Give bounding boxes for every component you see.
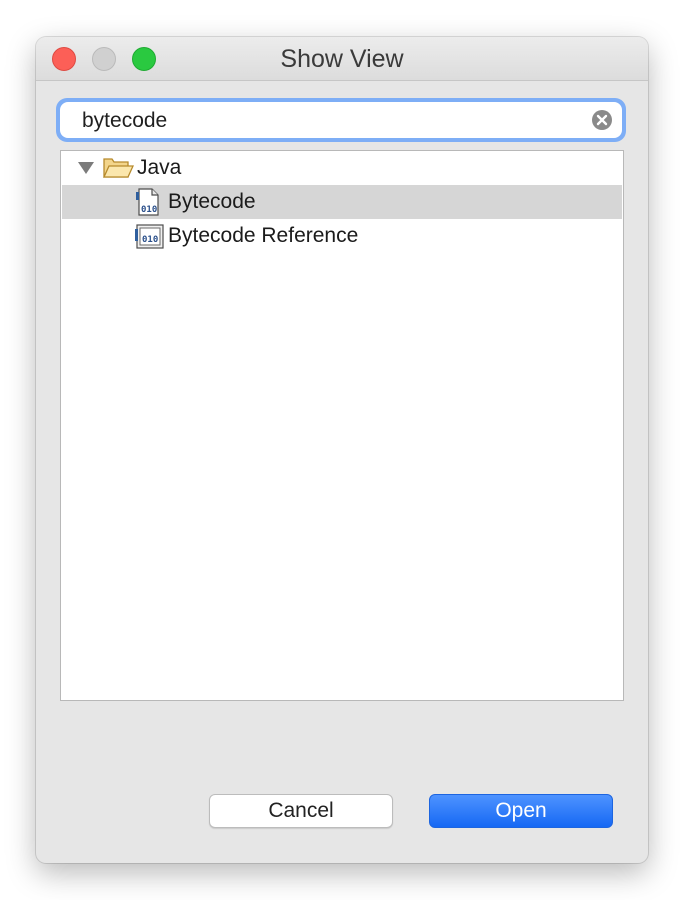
title-bar[interactable]: Show View: [36, 37, 648, 81]
window-title: Show View: [280, 45, 404, 73]
cancel-button[interactable]: Cancel: [209, 794, 393, 828]
clear-search-icon[interactable]: [591, 109, 613, 131]
bytecode-reference-icon: 010: [135, 224, 164, 249]
bytecode-view-icon: 010: [136, 188, 159, 216]
tree-item-label: Bytecode Reference: [168, 224, 359, 247]
tree-item-bytecode[interactable]: 010 Bytecode: [62, 185, 622, 219]
expand-triangle-icon[interactable]: [77, 161, 95, 175]
tree-item-bytecode-reference[interactable]: 010 Bytecode Reference: [62, 219, 622, 253]
tree-item-label: Java: [137, 156, 182, 179]
view-tree[interactable]: Java 010 Bytecode 010 Bytecode Reference: [60, 150, 624, 701]
search-input-value[interactable]: bytecode: [82, 109, 167, 133]
svg-text:010: 010: [141, 205, 157, 215]
open-button[interactable]: Open: [429, 794, 613, 828]
folder-open-icon: [102, 158, 134, 178]
tree-item-java[interactable]: Java: [62, 151, 622, 185]
search-focus-ring: bytecode: [56, 98, 626, 142]
filter-search-field[interactable]: bytecode: [60, 102, 622, 138]
show-view-dialog: Show View bytecode Java 010 Bytecode 010…: [36, 37, 648, 863]
tree-item-label: Bytecode: [168, 190, 256, 213]
svg-text:010: 010: [142, 235, 158, 245]
